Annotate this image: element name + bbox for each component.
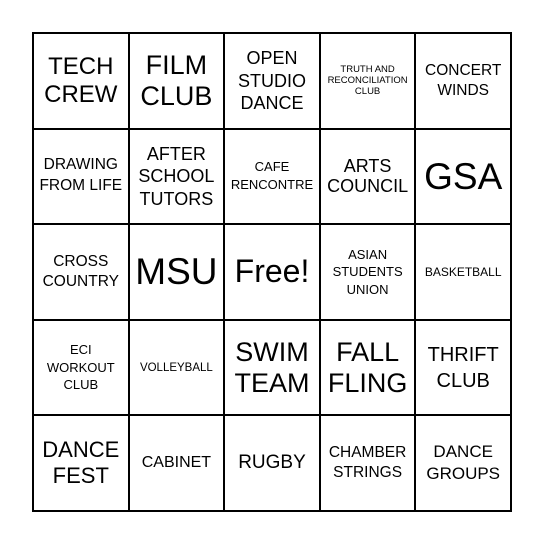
cell-label: CAFE RENCONTRE	[230, 159, 314, 193]
cell-label: TECH CREW	[44, 53, 118, 108]
cell-label: SWIM TEAM	[234, 336, 310, 398]
bingo-cell[interactable]: GSA	[415, 128, 511, 225]
cell-label: DANCE GROUPS	[426, 442, 501, 484]
bingo-cell[interactable]: CAFE RENCONTRE	[224, 128, 320, 225]
cell-label: ECI WORKOUT CLUB	[46, 342, 115, 393]
bingo-cell[interactable]: THRIFT CLUB	[415, 319, 511, 416]
bingo-cell[interactable]: SWIM TEAM	[224, 319, 320, 416]
cell-label: BASKETBALL	[424, 264, 502, 279]
cell-label: OPEN STUDIO DANCE	[237, 48, 306, 114]
cell-label: CONCERT WINDS	[425, 62, 502, 99]
bingo-cell[interactable]: TRUTH AND RECONCILIATION CLUB	[319, 33, 416, 129]
bingo-cell[interactable]: CHAMBER STRINGS	[319, 415, 416, 511]
cell-label: CABINET	[141, 453, 212, 471]
bingo-cell[interactable]: CABINET	[128, 415, 225, 511]
bingo-cell[interactable]: TECH CREW	[33, 33, 129, 129]
cell-label: THRIFT CLUB	[427, 343, 499, 392]
bingo-cell[interactable]: ASIAN STUDENTS UNION	[319, 224, 416, 320]
bingo-cell[interactable]: AFTER SCHOOL TUTORS	[128, 128, 225, 225]
bingo-board: TECH CREW FILM CLUB OPEN STUDIO DANCE TR…	[32, 32, 512, 512]
cell-label: CHAMBER STRINGS	[328, 444, 407, 482]
cell-label: TRUTH AND RECONCILIATION CLUB	[327, 63, 408, 98]
free-space[interactable]: Free!	[224, 224, 320, 320]
bingo-cell[interactable]: CROSS COUNTRY	[33, 224, 129, 320]
cell-label: ASIAN STUDENTS UNION	[332, 246, 403, 297]
bingo-cell[interactable]: MSU	[128, 224, 225, 320]
cell-label: Free!	[234, 253, 310, 290]
bingo-cell[interactable]: CONCERT WINDS	[415, 33, 511, 129]
cell-label: VOLLEYBALL	[139, 361, 213, 374]
bingo-cell[interactable]: FALL FLING	[319, 319, 416, 416]
bingo-cell[interactable]: VOLLEYBALL	[128, 319, 225, 416]
cell-label: ARTS COUNCIL	[327, 155, 409, 197]
cell-label: MSU	[135, 251, 218, 293]
cell-label: CROSS COUNTRY	[42, 252, 119, 290]
bingo-cell[interactable]: RUGBY	[224, 415, 320, 511]
bingo-cell[interactable]: DRAWING FROM LIFE	[33, 128, 129, 225]
bingo-cell[interactable]: DANCE FEST	[33, 415, 129, 511]
cell-label: DRAWING FROM LIFE	[39, 156, 123, 195]
bingo-cell[interactable]: ARTS COUNCIL	[319, 128, 416, 225]
cell-label: AFTER SCHOOL TUTORS	[138, 143, 215, 209]
bingo-cell[interactable]: BASKETBALL	[415, 224, 511, 320]
cell-label: RUGBY	[238, 452, 306, 474]
bingo-cell[interactable]: ECI WORKOUT CLUB	[33, 319, 129, 416]
bingo-cell[interactable]: DANCE GROUPS	[415, 415, 511, 511]
cell-label: GSA	[424, 155, 503, 197]
bingo-cell[interactable]: FILM CLUB	[128, 33, 225, 129]
cell-label: DANCE FEST	[42, 436, 120, 489]
bingo-cell[interactable]: OPEN STUDIO DANCE	[224, 33, 320, 129]
cell-label: FILM CLUB	[140, 49, 213, 111]
cell-label: FALL FLING	[327, 336, 408, 398]
